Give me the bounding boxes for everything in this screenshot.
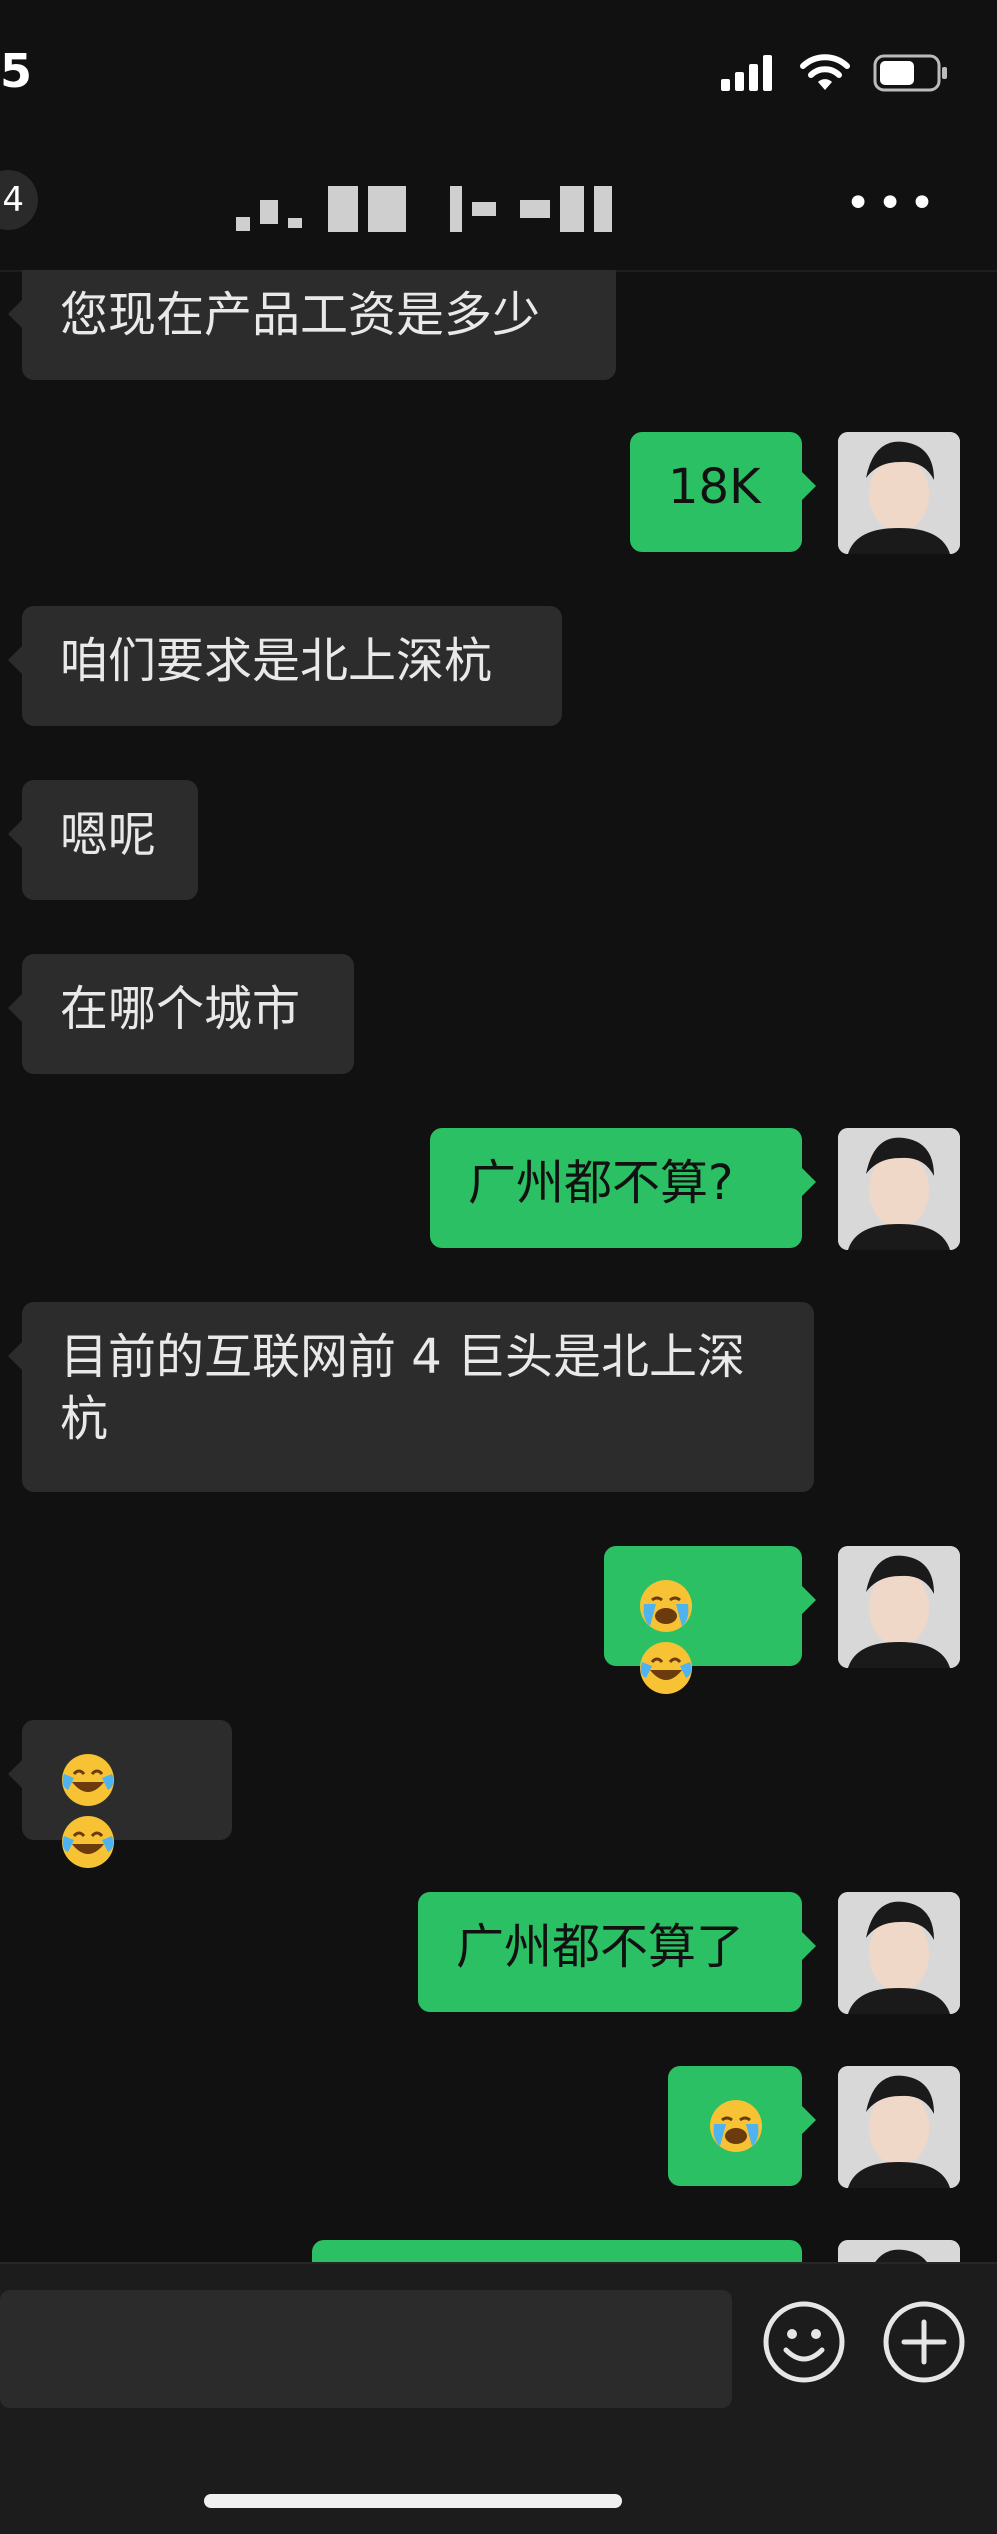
face-with-tears-of-joy-icon bbox=[62, 1754, 114, 1806]
message-text: 您现在产品工资是多少 bbox=[60, 287, 541, 343]
message-bubble-incoming[interactable]: 咱们要求是北上深杭 bbox=[8, 606, 562, 726]
message-bubble-outgoing[interactable]: 18K bbox=[630, 432, 816, 552]
chat-messages: 您现在产品工资是多少 18K 咱们要求是北上深杭 嗯呢 在哪个城市 广州都不算?… bbox=[0, 270, 997, 2262]
face-with-tears-of-joy-icon bbox=[62, 1816, 114, 1868]
message-bubble-outgoing[interactable] bbox=[604, 1546, 816, 1694]
avatar-photo-icon bbox=[838, 2066, 960, 2188]
avatar[interactable] bbox=[838, 1128, 960, 1250]
message-text: 嗯呢 bbox=[60, 807, 157, 863]
message-bubble-incoming[interactable]: 嗯呢 bbox=[8, 780, 198, 900]
message-bubble-incoming[interactable] bbox=[8, 1720, 232, 1868]
message-bubble-incoming[interactable]: 您现在产品工资是多少 bbox=[8, 270, 616, 380]
loudly-crying-face-icon bbox=[710, 2100, 762, 2152]
message-text-line: 目前的互联网前 4 巨头是北上深 bbox=[60, 1329, 746, 1385]
message-text-line: 杭 bbox=[60, 1391, 109, 1447]
cellular-signal-icon bbox=[721, 55, 772, 91]
more-options-button[interactable]: ••• bbox=[845, 178, 941, 229]
chat-header: 4 ••• bbox=[0, 150, 997, 272]
avatar-photo-icon bbox=[838, 2240, 960, 2262]
message-bubble-incoming[interactable]: 在哪个城市 bbox=[8, 954, 354, 1074]
message-bubble-outgoing[interactable]: 广州都不算? bbox=[430, 1128, 816, 1248]
back-button[interactable]: 4 bbox=[0, 170, 38, 230]
avatar[interactable] bbox=[838, 1546, 960, 1668]
battery-icon bbox=[873, 54, 947, 92]
message-text: 广州都不算了 bbox=[456, 1919, 745, 1975]
avatar[interactable] bbox=[838, 1892, 960, 2014]
avatar[interactable] bbox=[838, 432, 960, 554]
status-time: 5 bbox=[0, 44, 33, 98]
message-bubble-outgoing-partial[interactable] bbox=[312, 2240, 802, 2262]
plus-button-icon[interactable] bbox=[882, 2300, 966, 2384]
contact-name-pixelated bbox=[236, 186, 612, 232]
avatar-photo-icon bbox=[838, 432, 960, 554]
face-with-tears-of-joy-icon bbox=[640, 1642, 692, 1694]
message-bubble-outgoing[interactable]: 广州都不算了 bbox=[418, 1892, 816, 2012]
status-bar: 5 bbox=[0, 0, 997, 150]
message-text: 咱们要求是北上深杭 bbox=[60, 633, 493, 689]
avatar-photo-icon bbox=[838, 1546, 960, 1668]
message-bubble-outgoing[interactable] bbox=[668, 2066, 816, 2186]
message-bubble-incoming[interactable]: 目前的互联网前 4 巨头是北上深 杭 bbox=[8, 1302, 814, 1492]
home-indicator[interactable] bbox=[204, 2494, 622, 2508]
wifi-icon bbox=[800, 54, 850, 90]
status-icons bbox=[721, 54, 949, 92]
avatar[interactable] bbox=[838, 2240, 960, 2262]
loudly-crying-face-icon bbox=[640, 1580, 692, 1632]
message-text: 18K bbox=[668, 459, 761, 515]
message-text: 广州都不算? bbox=[468, 1155, 734, 1211]
emoji-button-icon[interactable] bbox=[762, 2300, 846, 2384]
input-bar bbox=[0, 2262, 997, 2534]
avatar-photo-icon bbox=[838, 1892, 960, 2014]
message-input[interactable] bbox=[0, 2290, 732, 2408]
avatar[interactable] bbox=[838, 2066, 960, 2188]
message-text: 在哪个城市 bbox=[60, 981, 301, 1037]
avatar-photo-icon bbox=[838, 1128, 960, 1250]
